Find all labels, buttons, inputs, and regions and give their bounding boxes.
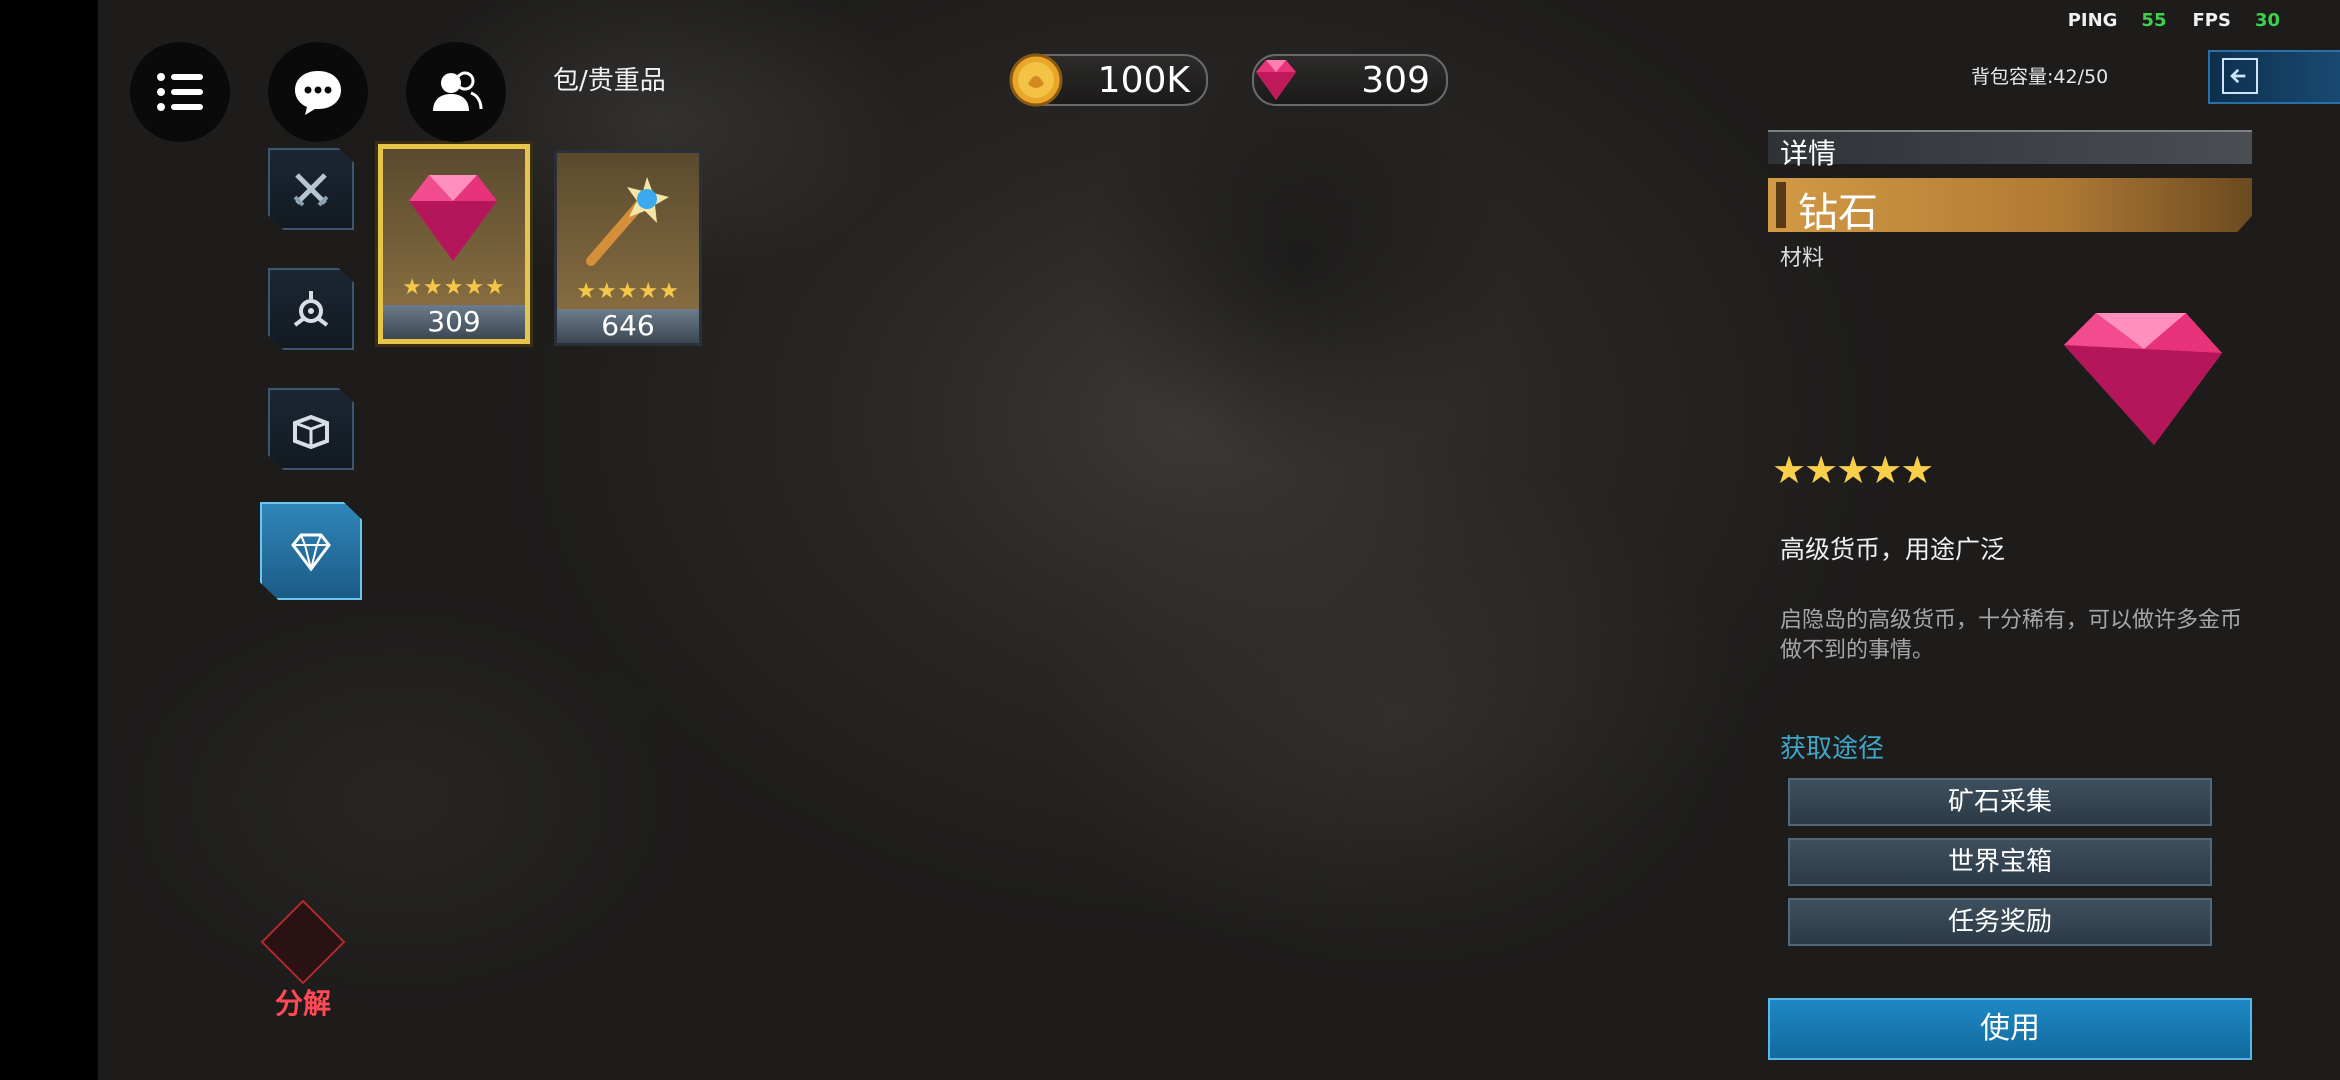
name-bar-accent	[1776, 182, 1786, 228]
item-description: 启隐岛的高级货币，十分稀有，可以做许多金币做不到的事情。	[1780, 608, 2243, 663]
network-stats: PING 55 FPS 30	[2068, 10, 2280, 31]
back-button[interactable]	[2208, 50, 2340, 104]
gear-node-icon	[293, 291, 329, 327]
item-count: 646	[557, 309, 699, 343]
source-quest-reward-button[interactable]: 任务奖励	[1788, 898, 2212, 946]
chat-bubble-icon	[295, 71, 341, 115]
item-name: 钻石	[1798, 190, 1878, 236]
item-summary: 高级货币，用途广泛	[1780, 535, 2006, 564]
source-world-chest-button[interactable]: 世界宝箱	[1788, 838, 2212, 886]
gold-currency: 100K	[1009, 53, 1208, 107]
diamond-currency: 309	[1252, 54, 1448, 106]
detail-header: 详情	[1768, 130, 2252, 170]
rarity-stars: ★★★★★	[1772, 448, 1934, 492]
gold-amount: 100K	[1097, 60, 1190, 101]
item-count: 309	[383, 305, 525, 339]
users-icon	[433, 71, 483, 111]
source-title: 获取途径	[1780, 734, 1885, 764]
diamond-amount: 309	[1361, 60, 1430, 101]
use-button[interactable]: 使用	[1768, 998, 2252, 1060]
chat-button[interactable]	[268, 42, 368, 142]
item-slot-diamond[interactable]: ★★★★★ 309	[378, 144, 530, 344]
breadcrumb: 包/贵重品	[553, 66, 666, 96]
ping-label: PING	[2067, 10, 2118, 31]
fps-value: 30	[2254, 10, 2280, 31]
decompose-label: 分解	[274, 987, 331, 1020]
open-box-icon	[293, 414, 329, 450]
category-box[interactable]	[268, 388, 354, 470]
crossed-swords-icon	[293, 173, 329, 207]
category-valuables[interactable]	[260, 502, 362, 600]
category-gear[interactable]	[268, 268, 354, 350]
diamond-item-icon	[409, 175, 497, 261]
gold-coin-icon	[1009, 53, 1063, 107]
decompose-icon	[260, 899, 346, 985]
item-slot-wand[interactable]: ★★★★★ 646	[554, 150, 702, 346]
category-weapon[interactable]	[268, 148, 354, 230]
detail-header-label: 详情	[1780, 137, 1837, 170]
game-stage: PING 55 FPS 30 包/贵重品 100K 309 背包容量:42/50	[98, 0, 2340, 1080]
decompose-button[interactable]: 分解	[260, 899, 346, 1022]
diamond-icon	[1256, 60, 1296, 100]
item-name-bar: 钻石	[1768, 178, 2252, 232]
menu-button[interactable]	[130, 42, 230, 142]
bag-capacity: 背包容量:42/50	[1971, 66, 2109, 88]
friends-button[interactable]	[406, 42, 506, 142]
item-category: 材料	[1780, 246, 1825, 271]
diamond-outline-icon	[291, 533, 331, 572]
item-stars: ★★★★★	[402, 275, 506, 300]
item-stars: ★★★★★	[576, 279, 680, 304]
back-arrow-icon	[2222, 58, 2258, 94]
fps-label: FPS	[2192, 10, 2231, 31]
source-ore-gathering-button[interactable]: 矿石采集	[1788, 778, 2212, 826]
list-menu-icon	[157, 73, 203, 111]
ping-value: 55	[2141, 10, 2167, 31]
diamond-preview-icon	[2064, 313, 2222, 445]
magic-wand-icon	[586, 177, 669, 266]
